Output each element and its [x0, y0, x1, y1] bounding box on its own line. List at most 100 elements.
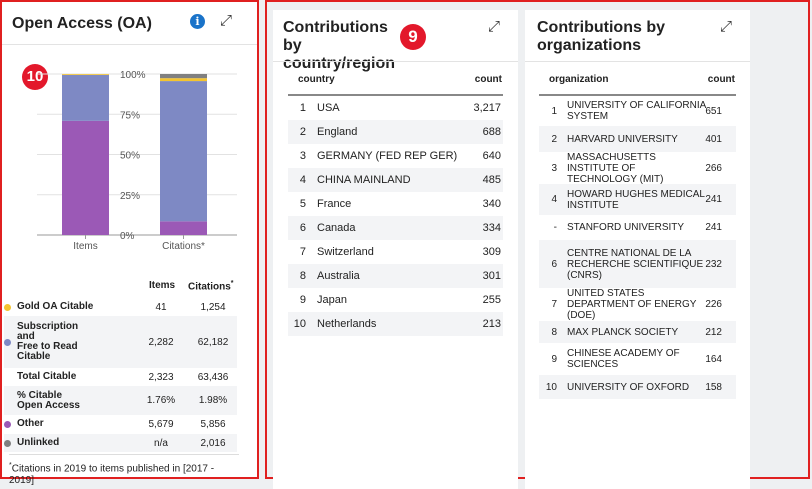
count-col-header: count — [474, 74, 502, 85]
count-value: 401 — [705, 133, 722, 145]
country-row[interactable]: 7 Switzerland 309 — [288, 240, 503, 264]
items-value: 2,323 — [148, 371, 174, 383]
y-tick-label: 50% — [120, 151, 140, 162]
count-value: 301 — [482, 270, 501, 282]
org-row[interactable]: 1 UNIVERSITY OF CALIFORNIA SYSTEM 651 — [539, 96, 736, 126]
legend-swatch — [4, 374, 11, 381]
org-row[interactable]: 10 UNIVERSITY OF OXFORD 158 — [539, 375, 736, 399]
divider — [2, 44, 257, 45]
org-row[interactable]: 3 MASSACHUSETTS INSTITUTE OF TECHNOLOGY (… — [539, 152, 736, 185]
y-tick-label: 100% — [120, 70, 146, 81]
rank: 7 — [299, 246, 306, 258]
country-name: CHINA MAINLAND — [317, 174, 411, 186]
country-name: Netherlands — [317, 318, 377, 330]
rank: 3 — [299, 150, 306, 162]
country-row[interactable]: 10 Netherlands 213 — [288, 312, 503, 336]
row-label: Other — [17, 418, 44, 429]
citations-header-label: Citations — [188, 281, 231, 293]
legend-swatch — [4, 338, 11, 346]
expand-icon[interactable]: ⤢ — [220, 12, 232, 29]
country-col-header: country — [298, 74, 335, 85]
oa-table-row: Total Citable 2,323 63,436 — [4, 368, 237, 386]
citations-value: 2,016 — [200, 437, 226, 449]
rank: 7 — [551, 299, 557, 310]
rank: - — [553, 222, 557, 233]
country-title: Contributions by country/region — [283, 19, 396, 72]
org-row[interactable]: 8 MAX PLANCK SOCIETY 212 — [539, 321, 736, 343]
rank: 1 — [551, 105, 557, 117]
count-value: 213 — [482, 318, 501, 330]
org-title: Contributions by organizations — [537, 19, 665, 54]
bar-segment — [62, 74, 109, 121]
count-value: 255 — [482, 294, 501, 306]
info-icon[interactable]: i — [190, 14, 205, 29]
country-row[interactable]: 6 Canada 334 — [288, 216, 503, 240]
contributions-panel: Contributions by country/region 9 ⤢ coun… — [265, 0, 810, 489]
org-row[interactable]: - STANFORD UNIVERSITY 241 — [539, 215, 736, 240]
rank: 4 — [551, 194, 557, 205]
bar-segment — [160, 221, 207, 235]
open-access-panel: Open Access (OA) i ⤢ 10 100% 75% 50% 25% 0% I… — [0, 0, 259, 486]
oa-table-row: Other 5,679 5,856 — [4, 415, 237, 433]
items-header: Items — [149, 280, 176, 291]
x-tick-label: Citations* — [162, 241, 205, 252]
oa-table-row: Gold OA Citable 41 1,254 — [4, 298, 237, 316]
x-tick-label: Items — [73, 241, 97, 252]
country-name: GERMANY (FED REP GER) — [317, 150, 458, 162]
country-row[interactable]: 8 Australia 301 — [288, 264, 503, 288]
expand-icon[interactable]: ⤢ — [488, 18, 500, 35]
country-row[interactable]: 2 England 688 — [288, 120, 503, 144]
rank: 3 — [551, 162, 557, 174]
country-row[interactable]: 9 Japan 255 — [288, 288, 503, 312]
rank: 6 — [551, 258, 557, 270]
org-row[interactable]: 7 UNITED STATES DEPARTMENT OF ENERGY (DOE… — [539, 288, 736, 321]
oa-table-row: Subscription and Free to Read Citable 2,2… — [4, 316, 237, 368]
org-row[interactable]: 9 CHINESE ACADEMY OF SCIENCES 164 — [539, 343, 736, 375]
divider — [273, 61, 518, 62]
footnote-text: Citations in 2019 to items published in … — [9, 463, 215, 487]
rank: 9 — [551, 353, 557, 365]
count-value: 3,217 — [473, 102, 501, 114]
count-col-header: count — [707, 74, 735, 85]
country-row[interactable]: 5 France 340 — [288, 192, 503, 216]
count-value: 158 — [705, 381, 722, 393]
country-name: USA — [317, 102, 340, 114]
count-value: 164 — [705, 353, 722, 365]
oa-table-row: Unlinked n/a 2,016 — [4, 434, 237, 452]
count-value: 226 — [705, 299, 722, 310]
oa-footnote: *Citations in 2019 to items published in… — [9, 454, 239, 487]
row-label: Unlinked — [17, 437, 60, 448]
rank: 5 — [299, 198, 306, 210]
count-value: 241 — [705, 194, 722, 205]
citations-header: Citations* — [188, 280, 234, 292]
count-value: 688 — [482, 126, 501, 138]
rank: 1 — [299, 102, 306, 114]
legend-swatch — [4, 303, 11, 311]
country-row[interactable]: 1 USA 3,217 — [288, 96, 503, 120]
count-value: 266 — [705, 162, 722, 174]
citations-value: 1.98% — [198, 395, 228, 406]
org-col-header: organization — [549, 74, 609, 85]
bar-segment — [160, 81, 207, 222]
org-name: CHINESE ACADEMY OF SCIENCES — [567, 348, 680, 370]
count-value: 340 — [482, 198, 501, 210]
country-card: Contributions by country/region 9 ⤢ coun… — [273, 10, 518, 489]
org-row[interactable]: 2 HARVARD UNIVERSITY 401 — [539, 126, 736, 152]
expand-icon[interactable]: ⤢ — [720, 18, 732, 35]
country-row[interactable]: 4 CHINA MAINLAND 485 — [288, 168, 503, 192]
rank: 4 — [299, 174, 306, 186]
org-name: HARVARD UNIVERSITY — [567, 133, 678, 145]
org-name: UNITED STATES DEPARTMENT OF ENERGY (DOE) — [567, 288, 697, 321]
rank: 2 — [551, 133, 557, 145]
org-row[interactable]: 6 CENTRE NATIONAL DE LA RECHERCHE SCIENTI… — [539, 240, 736, 288]
country-row[interactable]: 3 GERMANY (FED REP GER) 640 — [288, 144, 503, 168]
bar-segment — [160, 74, 207, 79]
citations-value: 5,856 — [200, 418, 226, 430]
org-row[interactable]: 4 HOWARD HUGHES MEDICAL INSTITUTE 241 — [539, 184, 736, 215]
row-label: Gold OA Citable — [17, 301, 94, 312]
count-value: 640 — [482, 150, 501, 162]
citations-value: 1,254 — [200, 301, 226, 313]
country-name: Australia — [317, 270, 360, 282]
bar-segment — [62, 120, 109, 235]
legend-swatch — [4, 397, 11, 404]
